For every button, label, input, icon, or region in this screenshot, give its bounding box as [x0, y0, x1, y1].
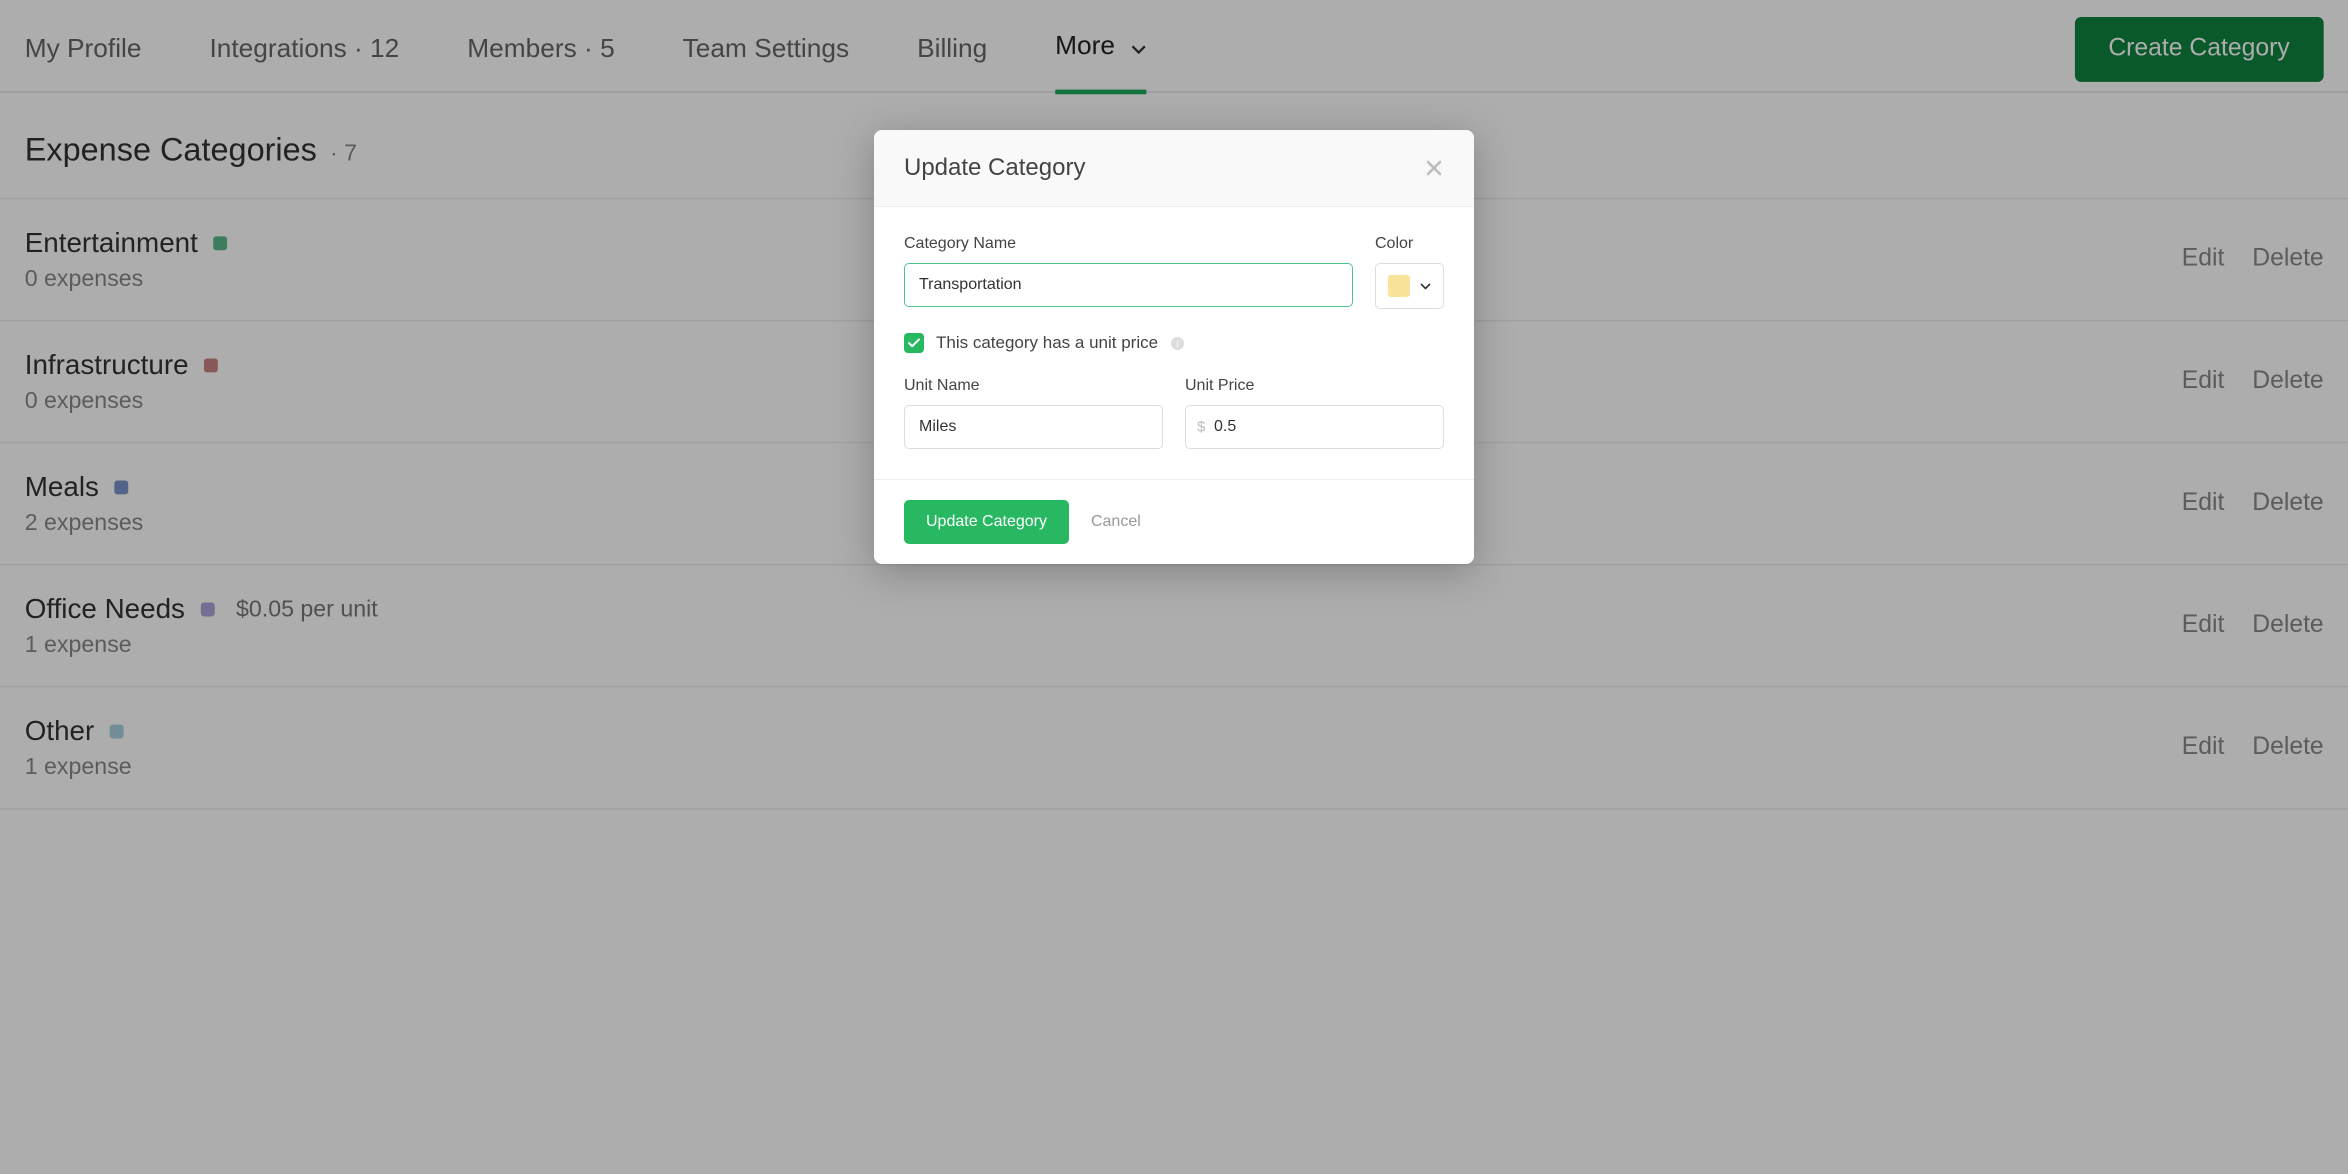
- unit-price-checkbox-label: This category has a unit price: [936, 333, 1158, 353]
- modal-title: Update Category: [904, 154, 1085, 182]
- color-label: Color: [1375, 235, 1444, 253]
- info-icon: i: [1170, 336, 1185, 351]
- currency-symbol: $: [1197, 419, 1205, 436]
- unit-price-checkbox[interactable]: [904, 333, 924, 353]
- modal-overlay: Update Category Category Name Color: [0, 0, 2348, 1174]
- unit-name-input[interactable]: [904, 405, 1163, 449]
- color-picker[interactable]: [1375, 263, 1444, 309]
- unit-price-label: Unit Price: [1185, 377, 1444, 395]
- close-icon[interactable]: [1424, 158, 1444, 178]
- color-swatch: [1388, 275, 1410, 297]
- svg-text:i: i: [1176, 339, 1179, 350]
- update-category-modal: Update Category Category Name Color: [874, 130, 1474, 564]
- unit-name-label: Unit Name: [904, 377, 1163, 395]
- category-name-label: Category Name: [904, 235, 1353, 253]
- category-name-input[interactable]: [904, 263, 1353, 307]
- unit-price-input[interactable]: [1185, 405, 1444, 449]
- update-category-button[interactable]: Update Category: [904, 500, 1069, 544]
- cancel-button[interactable]: Cancel: [1091, 513, 1141, 531]
- modal-header: Update Category: [874, 130, 1474, 207]
- chevron-down-icon: [1420, 283, 1431, 290]
